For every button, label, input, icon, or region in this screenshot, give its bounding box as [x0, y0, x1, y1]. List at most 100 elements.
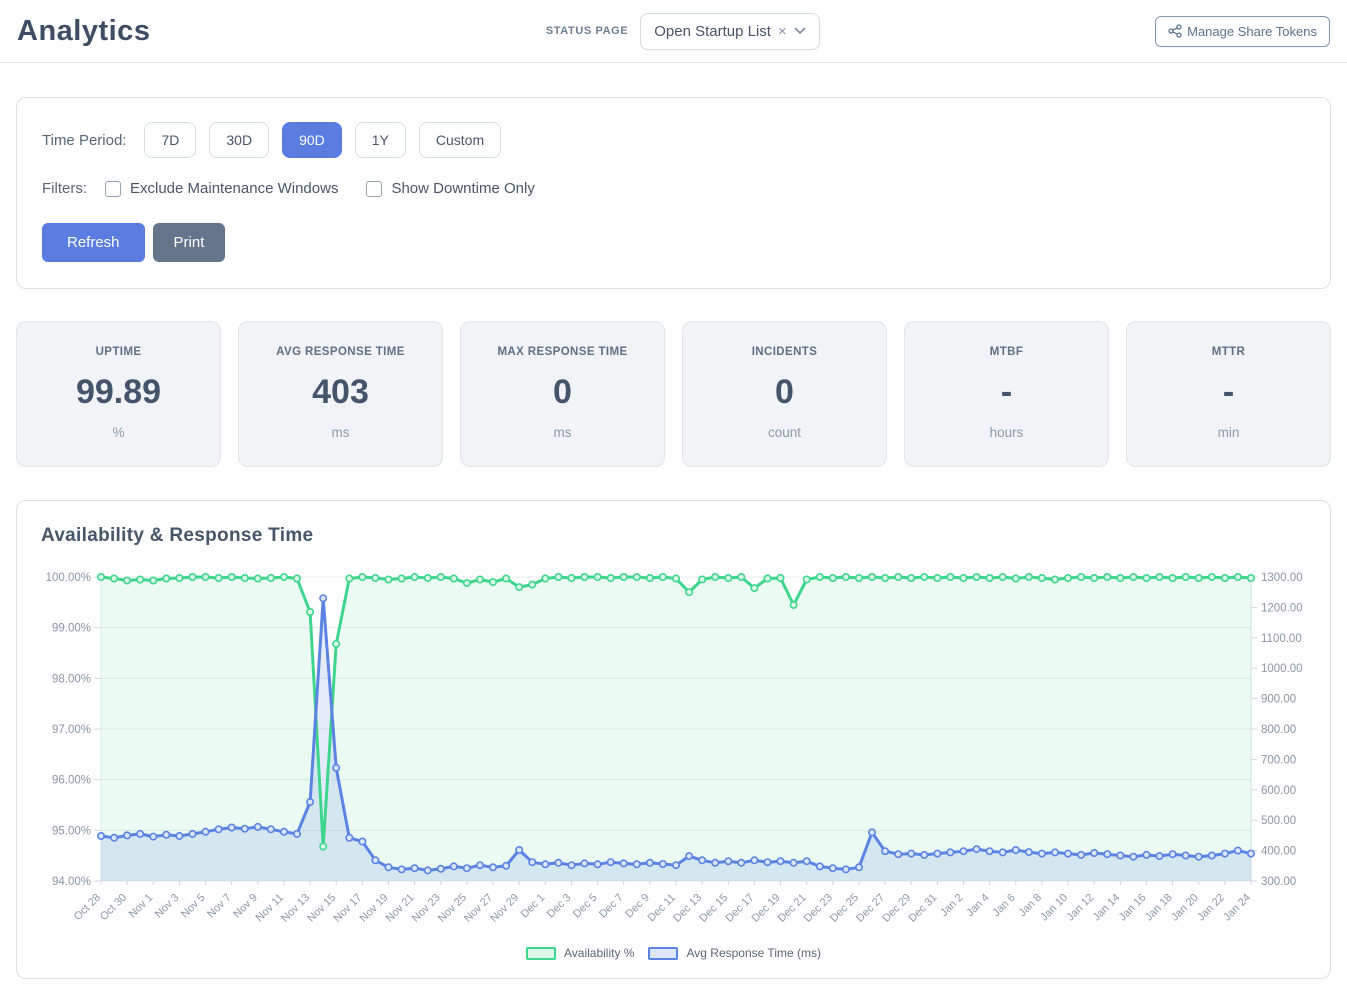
svg-text:Dec 1: Dec 1	[519, 892, 548, 921]
svg-text:99.00%: 99.00%	[52, 623, 91, 635]
stat-card-avg-response: AVG RESPONSE TIME 403 ms	[238, 321, 443, 467]
svg-text:Dec 27: Dec 27	[854, 892, 887, 925]
stat-value: 99.89	[23, 373, 214, 412]
chart-legend: Availability % Avg Response Time (ms)	[41, 946, 1306, 960]
svg-text:Dec 19: Dec 19	[750, 892, 783, 925]
exclude-maintenance-label: Exclude Maintenance Windows	[130, 180, 338, 197]
svg-text:1100.00: 1100.00	[1261, 633, 1302, 645]
stat-unit: count	[689, 425, 880, 440]
stat-card-mttr: MTTR - min	[1126, 321, 1331, 467]
response-time-legend-label: Avg Response Time (ms)	[686, 946, 821, 960]
actions-row: Refresh Print	[42, 223, 1305, 262]
svg-text:Nov 13: Nov 13	[279, 892, 312, 925]
stat-card-incidents: INCIDENTS 0 count	[682, 321, 887, 467]
stat-label: MTBF	[911, 346, 1102, 358]
exclude-maintenance-checkbox[interactable]	[105, 181, 121, 197]
stat-card-uptime: UPTIME 99.89 %	[16, 321, 221, 467]
show-downtime-checkbox-item[interactable]: Show Downtime Only	[366, 180, 534, 197]
svg-text:Dec 7: Dec 7	[597, 892, 626, 921]
share-icon	[1168, 24, 1182, 38]
refresh-button[interactable]: Refresh	[42, 223, 145, 262]
svg-text:Nov 19: Nov 19	[357, 892, 390, 925]
svg-text:Jan 12: Jan 12	[1064, 892, 1096, 924]
time-period-row: Time Period: 7D 30D 90D 1Y Custom	[42, 122, 1305, 158]
availability-legend-swatch	[526, 947, 556, 960]
period-button-90d[interactable]: 90D	[282, 122, 342, 158]
stat-unit: %	[23, 425, 214, 440]
svg-text:97.00%: 97.00%	[52, 724, 91, 736]
app-header: Analytics STATUS PAGE Open Startup List …	[0, 0, 1347, 63]
svg-text:98.00%: 98.00%	[52, 673, 91, 685]
svg-text:Jan 20: Jan 20	[1169, 892, 1201, 924]
svg-text:Dec 21: Dec 21	[776, 892, 809, 925]
svg-text:Dec 5: Dec 5	[571, 892, 600, 921]
period-button-custom[interactable]: Custom	[419, 122, 501, 158]
svg-text:94.00%: 94.00%	[52, 876, 91, 888]
stat-unit: ms	[245, 425, 436, 440]
period-button-1y[interactable]: 1Y	[355, 122, 406, 158]
print-button[interactable]: Print	[153, 223, 226, 262]
response-time-legend-swatch	[648, 947, 678, 960]
manage-share-tokens-label: Manage Share Tokens	[1187, 24, 1317, 39]
svg-text:Jan 22: Jan 22	[1195, 892, 1227, 924]
stat-value: -	[911, 373, 1102, 412]
stat-value: 0	[467, 373, 658, 412]
svg-text:Dec 29: Dec 29	[880, 892, 913, 925]
show-downtime-checkbox[interactable]	[366, 181, 382, 197]
svg-text:Jan 4: Jan 4	[964, 892, 992, 920]
stat-label: AVG RESPONSE TIME	[245, 346, 436, 358]
period-button-7d[interactable]: 7D	[144, 122, 196, 158]
stat-card-max-response: MAX RESPONSE TIME 0 ms	[460, 321, 665, 467]
period-button-30d[interactable]: 30D	[209, 122, 269, 158]
exclude-maintenance-checkbox-item[interactable]: Exclude Maintenance Windows	[105, 180, 338, 197]
svg-text:1000.00: 1000.00	[1261, 663, 1303, 675]
svg-text:Dec 17: Dec 17	[723, 892, 756, 925]
chart-panel: Availability & Response Time 100.00%99.0…	[16, 500, 1331, 979]
stat-label: UPTIME	[23, 346, 214, 358]
svg-text:Nov 21: Nov 21	[384, 892, 417, 925]
svg-text:Jan 2: Jan 2	[938, 892, 966, 920]
page-title: Analytics	[17, 15, 150, 48]
legend-item-response-time[interactable]: Avg Response Time (ms)	[648, 946, 821, 960]
svg-text:Jan 18: Jan 18	[1143, 892, 1175, 924]
svg-text:Oct 30: Oct 30	[98, 892, 129, 923]
svg-text:Jan 16: Jan 16	[1117, 892, 1149, 924]
svg-text:300.00: 300.00	[1261, 876, 1296, 888]
manage-share-tokens-button[interactable]: Manage Share Tokens	[1155, 16, 1330, 47]
svg-text:Nov 27: Nov 27	[462, 892, 495, 925]
clear-selection-icon[interactable]: ×	[778, 24, 787, 39]
status-page-label: STATUS PAGE	[546, 25, 628, 37]
svg-text:1200.00: 1200.00	[1261, 602, 1303, 614]
legend-item-availability[interactable]: Availability %	[526, 946, 634, 960]
availability-response-chart: 100.00%99.00%98.00%97.00%96.00%95.00%94.…	[41, 555, 1307, 939]
svg-text:Jan 10: Jan 10	[1038, 892, 1070, 924]
svg-text:Jan 6: Jan 6	[990, 892, 1018, 920]
x-axis: Oct 28Oct 30Nov 1Nov 3Nov 5Nov 7Nov 9Nov…	[72, 881, 1253, 925]
chart-title: Availability & Response Time	[41, 525, 1306, 547]
stat-value: -	[1133, 373, 1324, 412]
svg-text:Nov 17: Nov 17	[331, 892, 364, 925]
chevron-down-icon	[794, 27, 806, 35]
svg-text:700.00: 700.00	[1261, 754, 1296, 766]
svg-text:900.00: 900.00	[1261, 694, 1296, 706]
svg-text:Dec 13: Dec 13	[671, 892, 704, 925]
svg-text:Nov 29: Nov 29	[488, 892, 521, 925]
stats-row: UPTIME 99.89 % AVG RESPONSE TIME 403 ms …	[16, 321, 1331, 467]
svg-text:400.00: 400.00	[1261, 846, 1296, 858]
filter-panel: Time Period: 7D 30D 90D 1Y Custom Filter…	[16, 97, 1331, 289]
status-page-select[interactable]: Open Startup List ×	[640, 13, 820, 50]
svg-text:Oct 28: Oct 28	[72, 892, 103, 923]
time-period-label: Time Period:	[42, 132, 126, 149]
svg-text:800.00: 800.00	[1261, 724, 1296, 736]
svg-text:Nov 15: Nov 15	[305, 892, 338, 925]
svg-text:Dec 3: Dec 3	[545, 892, 574, 921]
svg-text:Nov 5: Nov 5	[179, 892, 208, 921]
svg-text:Nov 1: Nov 1	[127, 892, 156, 921]
svg-text:Dec 25: Dec 25	[828, 892, 861, 925]
svg-text:95.00%: 95.00%	[52, 825, 91, 837]
svg-text:Jan 14: Jan 14	[1091, 892, 1123, 924]
chart-wrap: 100.00%99.00%98.00%97.00%96.00%95.00%94.…	[41, 555, 1307, 944]
availability-legend-label: Availability %	[564, 946, 634, 960]
filters-row: Filters: Exclude Maintenance Windows Sho…	[42, 180, 1305, 197]
svg-text:Nov 23: Nov 23	[410, 892, 443, 925]
